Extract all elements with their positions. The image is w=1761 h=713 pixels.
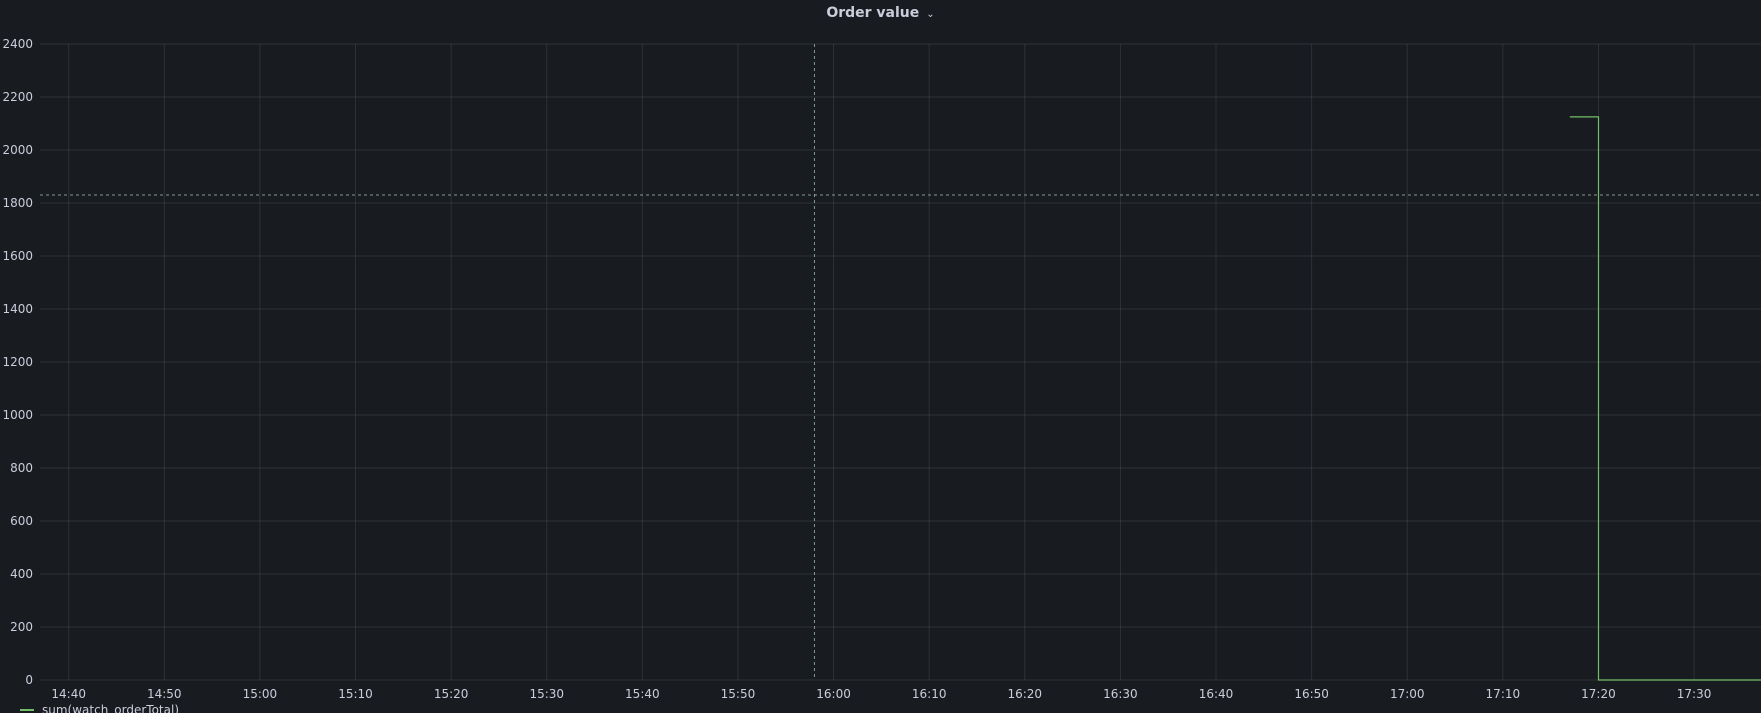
x-tick-label: 14:50 xyxy=(147,687,182,701)
y-tick-label: 0 xyxy=(25,673,33,687)
grid xyxy=(40,43,1761,681)
y-tick-label: 2000 xyxy=(2,143,33,157)
legend-label: sum(watch_orderTotal) xyxy=(42,703,180,713)
x-tick-label: 17:30 xyxy=(1677,687,1712,701)
chart-plot[interactable]: 0 200 400 600 800 1000 1200 1400 1600 1800 2000 220… xyxy=(0,0,1761,713)
y-tick-label: 1000 xyxy=(2,408,33,422)
x-tick-label: 15:50 xyxy=(721,687,756,701)
x-tick-label: 17:10 xyxy=(1486,687,1521,701)
series-layer xyxy=(1569,116,1761,681)
series-line xyxy=(1569,116,1761,681)
y-tick-label: 1800 xyxy=(2,196,33,210)
x-tick-label: 16:00 xyxy=(816,687,851,701)
x-tick-label: 14:40 xyxy=(51,687,86,701)
y-tick-label: 1200 xyxy=(2,355,33,369)
x-tick-label: 15:20 xyxy=(434,687,469,701)
chart-panel: Order value ⌄ 0 200 400 600 800 1000 1200 1400 1… xyxy=(0,0,1761,713)
x-tick-label: 16:50 xyxy=(1294,687,1329,701)
x-tick-label: 15:30 xyxy=(529,687,564,701)
y-tick-label: 200 xyxy=(10,620,33,634)
y-tick-label: 400 xyxy=(10,567,33,581)
legend-item[interactable]: sum(watch_orderTotal) xyxy=(20,703,179,713)
x-tick-label: 15:10 xyxy=(338,687,373,701)
x-tick-label: 15:00 xyxy=(243,687,278,701)
x-tick-label: 16:40 xyxy=(1199,687,1234,701)
x-tick-label: 16:10 xyxy=(912,687,947,701)
y-axis: 0 200 400 600 800 1000 1200 1400 1600 1800 2000 220… xyxy=(2,37,33,687)
y-tick-label: 2200 xyxy=(2,90,33,104)
y-tick-label: 2400 xyxy=(2,37,33,51)
y-tick-label: 800 xyxy=(10,461,33,475)
x-axis: 14:40 14:50 15:00 15:10 15:20 15:30 15:40 15:50… xyxy=(51,687,1711,701)
x-tick-label: 16:20 xyxy=(1007,687,1042,701)
x-tick-label: 17:20 xyxy=(1581,687,1616,701)
x-tick-label: 16:30 xyxy=(1103,687,1138,701)
y-tick-label: 600 xyxy=(10,514,33,528)
legend-swatch xyxy=(20,709,34,711)
x-tick-label: 15:40 xyxy=(625,687,660,701)
y-tick-label: 1400 xyxy=(2,302,33,316)
x-tick-label: 17:00 xyxy=(1390,687,1425,701)
y-tick-label: 1600 xyxy=(2,249,33,263)
